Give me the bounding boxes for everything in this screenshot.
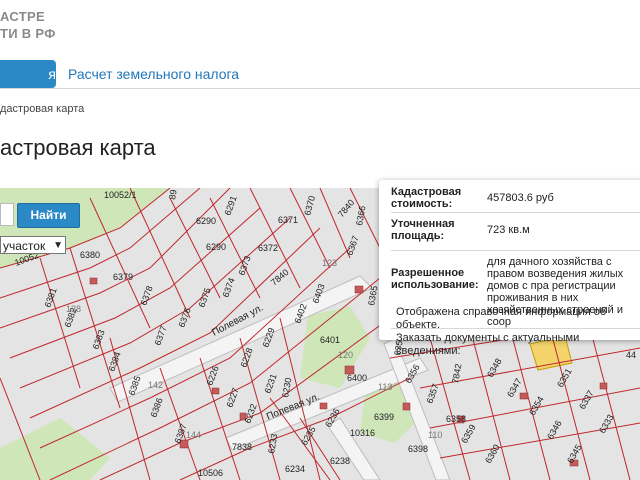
parcel-label: 6231 xyxy=(262,372,278,394)
parcel-label: 6291 xyxy=(222,194,238,216)
parcel-label: 6226 xyxy=(204,364,220,386)
parcel-label: 6381 xyxy=(42,286,58,308)
search-input[interactable] xyxy=(0,203,14,226)
parcel-label: 89 xyxy=(167,189,179,201)
popup-note-order-docs[interactable]: Заказать документы с актуальными сведени… xyxy=(396,332,640,358)
parcel-label: 6360 xyxy=(483,443,502,465)
page-title: астровая карта xyxy=(0,135,156,160)
info-value: 723 кв.м xyxy=(487,224,530,236)
parcel-label: 7842 xyxy=(450,363,463,384)
logo-line-1: АСТРЕ xyxy=(0,9,45,24)
find-button[interactable]: Найти xyxy=(17,203,80,228)
parcel-label: 6227 xyxy=(224,386,240,408)
parcel-label: 6357 xyxy=(424,382,440,404)
parcel-label: 10316 xyxy=(350,428,375,438)
logo-line-2: ТИ В РФ xyxy=(0,26,56,41)
house-number: 138 xyxy=(66,304,81,314)
chevron-down-icon: ▼ xyxy=(53,240,63,251)
popup-note-reference: Отображена справочная информация об объе… xyxy=(396,306,607,331)
parcel-label: 6233 xyxy=(266,433,279,454)
parcel-label: 7838 xyxy=(232,442,252,452)
breadcrumb[interactable]: дастровая карта xyxy=(0,103,84,115)
parcel-label: 6234 xyxy=(285,464,305,474)
parcel-label: 6384 xyxy=(106,350,122,372)
parcel-label: 6230 xyxy=(280,377,293,398)
info-label: Уточненная площадь: xyxy=(391,218,455,242)
info-label: Кадастровая стоимость: xyxy=(391,186,462,210)
nav-link-land-tax[interactable]: Расчет земельного налога xyxy=(68,60,239,88)
object-type-value: участок xyxy=(3,239,46,253)
info-row-cadastral-value: Кадастровая стоимость: 457803.6 руб xyxy=(391,186,640,213)
parcel-label: 6351 xyxy=(555,367,574,389)
parcel-label: 6359 xyxy=(459,423,478,445)
house-number: 113 xyxy=(378,382,392,392)
parcel-label: 6238 xyxy=(330,456,350,466)
house-number: 144 xyxy=(186,430,201,440)
parcel-label: 6373 xyxy=(236,254,252,276)
parcel-label: 6348 xyxy=(485,357,504,379)
nav-tab-cadastral-map[interactable]: я карта xyxy=(0,60,56,110)
main-nav: я карта Расчет земельного налога xyxy=(0,60,640,110)
parcel-label: 6399 xyxy=(374,412,394,422)
parcel-label: 6375 xyxy=(196,286,212,308)
parcel-label: 6290 xyxy=(196,216,216,226)
parcel-label: 6228 xyxy=(238,346,254,368)
house-number: 142 xyxy=(148,380,163,390)
parcel-label: 6370 xyxy=(302,195,317,217)
parcel-label: 6378 xyxy=(138,284,154,306)
parcel-label: 6379 xyxy=(113,272,133,282)
parcel-label: 6290 xyxy=(206,242,226,252)
parcel-label: 7840 xyxy=(336,198,357,220)
parcel-label: 6377 xyxy=(152,324,168,346)
parcel-label: 6383 xyxy=(90,328,106,350)
green-area xyxy=(0,418,110,480)
parcel-label: 6354 xyxy=(527,395,546,417)
info-value: 457803.6 руб xyxy=(487,192,554,204)
parcel-label: 10506 xyxy=(198,468,223,478)
parcel-label: 6374 xyxy=(220,276,236,298)
parcel-label: 6401 xyxy=(320,335,340,345)
parcel-label: 6358 xyxy=(446,414,466,424)
parcel-label: 6366 xyxy=(354,205,367,226)
site-logo[interactable]: АСТРЕ ТИ В РФ xyxy=(0,8,56,42)
parcel-label: 6372 xyxy=(258,243,278,253)
parcel-label: 6371 xyxy=(278,215,298,225)
parcel-label: 6365 xyxy=(366,285,379,306)
house-number: 123 xyxy=(322,258,337,268)
parcel-label: 6232 xyxy=(242,402,258,424)
info-row-area: Уточненная площадь: 723 кв.м xyxy=(391,213,640,251)
parcel-label: 6367 xyxy=(344,234,360,256)
parcel-label: 6386 xyxy=(148,396,164,418)
parcel-label: 10052/1 xyxy=(104,190,137,200)
parcel-label: 6400 xyxy=(347,373,367,383)
house-number: 120 xyxy=(338,350,353,360)
parcel-label: 6235 xyxy=(299,425,318,447)
parcel-label: 6398 xyxy=(408,444,428,454)
parcel-label: 6346 xyxy=(545,419,564,441)
object-type-select[interactable]: участок ▼ xyxy=(0,236,66,254)
parcel-label: 7840 xyxy=(269,267,291,288)
parcel-info-popup: Кадастровая стоимость: 457803.6 руб Уточ… xyxy=(379,180,640,357)
parcel-label: 6380 xyxy=(80,250,100,260)
house-number: 110 xyxy=(428,430,442,440)
popup-notes: Отображена справочная информация об объе… xyxy=(396,306,640,358)
parcel-label: 6337 xyxy=(577,389,596,411)
